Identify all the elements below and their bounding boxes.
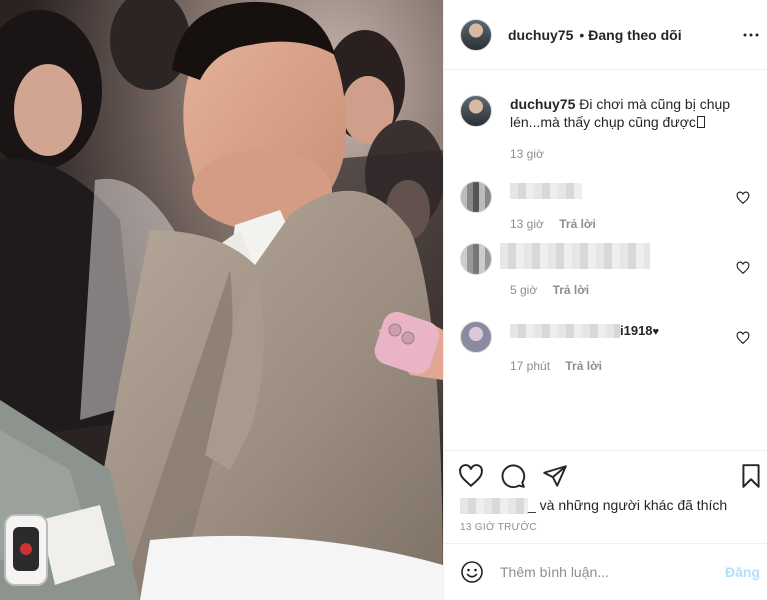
- redacted-liker-name: [460, 498, 528, 515]
- reply-button[interactable]: Trả lời: [559, 217, 596, 231]
- likes-text: _ và những người khác đã thích: [528, 497, 728, 513]
- bookmark-icon[interactable]: [738, 463, 764, 489]
- redacted-comment-text: [500, 243, 650, 269]
- heart-icon[interactable]: [458, 463, 484, 489]
- comment-meta: 13 giờ Trả lời: [510, 215, 738, 233]
- reply-button[interactable]: Trả lời: [553, 283, 590, 297]
- heart-glyph: ♥: [652, 326, 660, 338]
- redacted-username: [510, 324, 620, 339]
- post-header: duchuy75 • Đang theo dõi: [444, 0, 767, 70]
- caption-body: duchuy75 Đi chơi mà cũng bị chụp lén...m…: [510, 95, 738, 163]
- more-horizontal-icon[interactable]: [742, 26, 760, 44]
- heart-icon[interactable]: [736, 191, 750, 205]
- follow-status-button[interactable]: Đang theo dõi: [588, 27, 681, 43]
- action-icons: [458, 463, 568, 489]
- header-separator: •: [579, 26, 585, 43]
- post-timestamp[interactable]: 13 GIỜ TRƯỚC: [460, 522, 537, 533]
- post-actions: _ và những người khác đã thích 13 GIỜ TR…: [444, 450, 767, 542]
- comment-avatar[interactable]: [460, 181, 492, 213]
- comment-composer: Đăng: [444, 543, 767, 600]
- emoji-placeholder-glyph: [696, 116, 705, 128]
- comment-body: 5 giờ Trả lời: [500, 243, 728, 299]
- caption-avatar[interactable]: [460, 95, 492, 127]
- likes-summary[interactable]: _ và những người khác đã thích: [460, 497, 728, 515]
- comment-body: i1918♥ 17 phút Trả lời: [510, 321, 738, 375]
- post-details-panel: duchuy75 • Đang theo dõi duchuy75 Đi chơ…: [443, 0, 767, 600]
- comment-time[interactable]: 5 giờ: [510, 283, 537, 297]
- redacted-comment-text: [510, 183, 582, 200]
- comment-username-visible[interactable]: i1918: [620, 323, 653, 338]
- comment-avatar[interactable]: [460, 321, 492, 353]
- photo-illustration: [0, 0, 443, 600]
- comment-avatar[interactable]: [460, 243, 492, 275]
- comment-time[interactable]: 17 phút: [510, 359, 550, 373]
- comment-body: 13 giờ Trả lời: [510, 181, 738, 233]
- caption-username[interactable]: duchuy75: [510, 96, 575, 112]
- author-avatar[interactable]: [460, 18, 492, 51]
- heart-icon[interactable]: [736, 261, 750, 275]
- author-username[interactable]: duchuy75: [508, 27, 573, 43]
- comments-list: duchuy75 Đi chơi mà cũng bị chụp lén...m…: [444, 71, 767, 449]
- post-comment-button[interactable]: Đăng: [725, 564, 760, 580]
- reply-button[interactable]: Trả lời: [565, 359, 602, 373]
- share-icon[interactable]: [542, 463, 568, 489]
- emoji-icon[interactable]: [460, 560, 484, 584]
- caption-time[interactable]: 13 giờ: [510, 147, 544, 161]
- post-photo[interactable]: [0, 0, 443, 600]
- caption-meta: 13 giờ: [510, 145, 738, 163]
- heart-icon[interactable]: [736, 331, 750, 345]
- comment-input[interactable]: [500, 564, 700, 580]
- comment-meta: 5 giờ Trả lời: [510, 281, 728, 299]
- comment-time[interactable]: 13 giờ: [510, 217, 544, 231]
- comment-meta: 17 phút Trả lời: [510, 357, 738, 375]
- comment-icon[interactable]: [500, 463, 526, 489]
